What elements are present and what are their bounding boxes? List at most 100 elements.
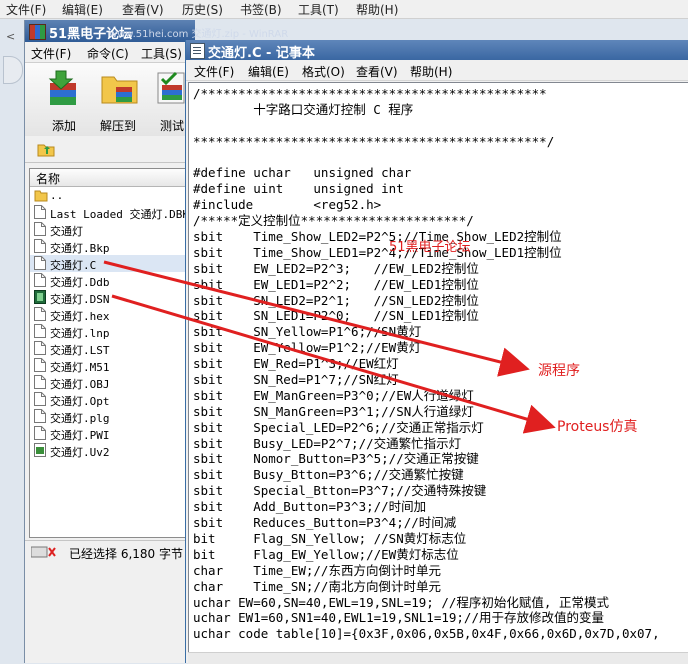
code-line: sbit EW_LED2=P2^3; //EW_LED2控制位 (193, 260, 479, 276)
file-name: 交通灯.Bkp (50, 242, 110, 255)
file-row[interactable]: 交通灯.Bkp (30, 238, 192, 255)
winrar-pathbar (25, 136, 195, 163)
file-row[interactable]: .. (30, 187, 192, 204)
add-archive-icon (46, 69, 82, 105)
code-line: sbit Nomor_Button=P3^5;//交通正常按键 (193, 451, 479, 467)
code-line: sbit Special_Btton=P3^7;//交通特殊按键 (193, 483, 487, 499)
file-name: 交通灯.hex (50, 310, 110, 323)
up-folder-icon[interactable] (37, 141, 55, 157)
code-line: char Time_EW;//东西方向倒计时单元 (193, 562, 441, 578)
file-row[interactable]: 交通灯.plg (30, 408, 192, 425)
code-line: char Time_SN;//南北方向倒计时单元 (193, 578, 441, 594)
menu-edit[interactable]: 编辑(E) (62, 1, 103, 18)
forum-watermark: 51黑电子论坛 (389, 240, 471, 255)
winrar-menu-command[interactable]: 命令(C) (87, 45, 129, 62)
menu-file[interactable]: 文件(F) (6, 1, 46, 18)
file-row[interactable]: 交通灯.PWI (30, 425, 192, 442)
file-row[interactable]: Last Loaded 交通灯.DBK (30, 204, 192, 221)
code-line: sbit SN_Yellow=P1^6;//SN黄灯 (193, 324, 422, 340)
file-name: 交通灯.DSN (50, 293, 110, 306)
menu-tools[interactable]: 工具(T) (298, 1, 339, 18)
extract-button[interactable]: 解压到 (95, 67, 141, 133)
winrar-titlebar: 51黑电子论坛 www.51hei.com 交通灯.zip - WinRAR (25, 20, 288, 42)
notepad-menu-view[interactable]: 查看(V) (356, 63, 398, 80)
file-name: Last Loaded 交通灯.DBK (50, 208, 189, 221)
notepad-text-area[interactable]: /***************************************… (188, 82, 688, 654)
code-line: #define uchar unsigned char (193, 165, 412, 181)
document-file-icon (34, 256, 46, 270)
test-archive-icon (154, 69, 190, 105)
document-file-icon (34, 239, 46, 253)
winrar-toolbar: 添加 解压到 测试 (25, 62, 195, 138)
code-line: /***************************************… (193, 86, 547, 101)
menu-help[interactable]: 帮助(H) (356, 1, 398, 18)
notepad-menu-format[interactable]: 格式(O) (302, 63, 345, 80)
extract-label: 解压到 (99, 119, 136, 133)
code-line: #include <reg52.h> (193, 197, 382, 213)
menu-history[interactable]: 历史(S) (182, 1, 223, 18)
code-line: sbit SN_LED1=P2^0; //SN_LED1控制位 (193, 308, 479, 324)
add-button[interactable]: 添加 (41, 67, 87, 133)
file-row[interactable]: 交通灯.LST (30, 340, 192, 357)
code-line: sbit Busy_LED=P2^7;//交通繁忙指示灯 (193, 435, 462, 451)
code-line: sbit EW_ManGreen=P3^0;//EW人行道绿灯 (193, 387, 474, 403)
winrar-title-sub: www.51hei.com 交通灯.zip - WinRAR (109, 29, 289, 40)
document-file-icon (34, 392, 46, 406)
file-row[interactable]: 交通灯.C (30, 255, 192, 272)
code-line: bit Flag_SN_Yellow; //SN黄灯标志位 (193, 530, 467, 546)
file-row[interactable]: 交通灯.hex (30, 306, 192, 323)
column-header-name[interactable]: 名称 (30, 169, 192, 187)
menu-view[interactable]: 查看(V) (122, 1, 164, 18)
document-file-icon (34, 222, 46, 236)
file-name: 交通灯.Uv2 (50, 446, 110, 459)
file-name: 交通灯.lnp (50, 327, 110, 340)
winrar-app-icon (29, 24, 46, 40)
code-line: sbit SN_LED2=P2^1; //SN_LED2控制位 (193, 292, 479, 308)
file-name: 交通灯 (50, 225, 83, 238)
notepad-menubar: 文件(F) 编辑(E) 格式(O) 查看(V) 帮助(H) (186, 60, 688, 81)
document-file-icon (34, 358, 46, 372)
file-row[interactable]: 交通灯.OBJ (30, 374, 192, 391)
file-name: 交通灯.Opt (50, 395, 110, 408)
notepad-menu-help[interactable]: 帮助(H) (410, 63, 452, 80)
annotation-proteus: Proteus仿真 (557, 419, 638, 435)
winrar-menu-tools[interactable]: 工具(S) (141, 45, 182, 62)
notepad-titlebar: 交通灯.C - 记事本 (186, 40, 688, 61)
file-row[interactable]: 交通灯.Ddb (30, 272, 192, 289)
code-line: sbit EW_Yellow=P1^2;//EW黄灯 (193, 340, 422, 356)
code-line: uchar code table[10]={0x3F,0x06,0x5B,0x4… (193, 626, 660, 642)
file-row[interactable]: 交通灯 (30, 221, 192, 238)
file-row[interactable]: 交通灯.lnp (30, 323, 192, 340)
code-line: sbit Add_Button=P3^3;//时间加 (193, 499, 427, 515)
winrar-menubar: 文件(F) 命令(C) 工具(S) (25, 42, 195, 62)
code-line: bit Flag_EW_Yellow;//EW黄灯标志位 (193, 546, 459, 562)
horizontal-scrollbar[interactable] (188, 652, 688, 664)
winrar-window: 51黑电子论坛 www.51hei.com 交通灯.zip - WinRAR 文… (24, 20, 288, 663)
nav-back-button[interactable] (3, 56, 23, 84)
file-row[interactable]: 交通灯.DSN (30, 289, 192, 306)
source-code[interactable]: /***************************************… (193, 86, 660, 642)
winrar-menu-file[interactable]: 文件(F) (31, 45, 71, 62)
notepad-menu-file[interactable]: 文件(F) (194, 63, 234, 80)
code-line: sbit EW_LED1=P2^2; //EW_LED1控制位 (193, 276, 479, 292)
keil-project-icon (34, 443, 46, 457)
file-row[interactable]: 交通灯.Opt (30, 391, 192, 408)
menu-bookmarks[interactable]: 书签(B) (240, 1, 282, 18)
document-file-icon (34, 307, 46, 321)
document-file-icon (34, 375, 46, 389)
code-line: ****************************************… (193, 133, 555, 149)
document-file-icon (34, 324, 46, 338)
file-name: 交通灯.OBJ (50, 378, 110, 391)
notepad-menu-edit[interactable]: 编辑(E) (248, 63, 289, 80)
file-name: .. (50, 189, 64, 202)
document-file-icon (34, 273, 46, 287)
code-line: sbit Reduces_Button=P3^4;//时间减 (193, 515, 457, 531)
document-file-icon (34, 426, 46, 440)
file-name: 交通灯.Ddb (50, 276, 110, 289)
file-row[interactable]: 交通灯.Uv2 (30, 442, 192, 459)
code-line: uchar EW1=60,SN1=40,EWL1=19,SNL1=19;//用于… (193, 610, 604, 626)
code-line: sbit EW_Red=P1^3;//EW红灯 (193, 356, 399, 372)
file-row[interactable]: 交通灯.M51 (30, 357, 192, 374)
code-line: #define uint unsigned int (193, 181, 404, 197)
